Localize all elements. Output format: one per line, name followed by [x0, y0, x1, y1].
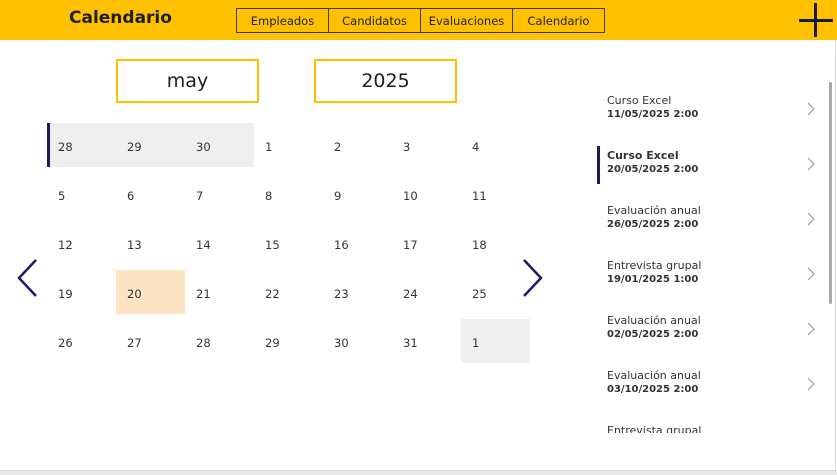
chevron-right-icon[interactable] — [806, 376, 816, 392]
event-date: 20/05/2025 2:00 — [607, 164, 699, 175]
month-selector[interactable]: may — [116, 59, 259, 103]
chevron-right-icon[interactable] — [806, 211, 816, 227]
event-date: 03/10/2025 2:00 — [607, 384, 699, 395]
calendar-day-cell[interactable]: 13 — [116, 221, 185, 265]
calendar-day-cell[interactable]: 8 — [254, 172, 323, 216]
calendar-day-cell[interactable]: 29 — [116, 123, 185, 167]
chevron-right-icon[interactable] — [806, 321, 816, 337]
calendar-day-cell[interactable]: 27 — [116, 319, 185, 363]
calendar-day-cell[interactable]: 15 — [254, 221, 323, 265]
nav-evaluaciones-button[interactable]: Evaluaciones — [420, 8, 513, 33]
nav-calendario-button[interactable]: Calendario — [512, 8, 605, 33]
calendar-day-cell[interactable]: 26 — [47, 319, 116, 363]
calendar-day-cell[interactable]: 28 — [47, 123, 116, 167]
app-title: Calendario — [69, 8, 172, 28]
event-list-item[interactable]: Curso Excel 11/05/2025 2:00 — [597, 85, 822, 140]
calendar-day-cell[interactable]: 22 — [254, 270, 323, 314]
event-date: 11/05/2025 2:00 — [607, 109, 699, 120]
calendar-day-cell[interactable]: 24 — [392, 270, 461, 314]
calendar-day-cell[interactable]: 4 — [461, 123, 530, 167]
calendar-day-cell[interactable]: 16 — [323, 221, 392, 265]
event-list-item[interactable]: Evaluación anual 26/05/2025 2:00 — [597, 195, 822, 250]
calendar-day-cell[interactable]: 30 — [185, 123, 254, 167]
event-date: 19/01/2025 1:00 — [607, 274, 699, 285]
chevron-right-icon[interactable] — [806, 431, 816, 433]
calendar-day-cell[interactable]: 5 — [47, 172, 116, 216]
calendar-day-cell[interactable]: 3 — [392, 123, 461, 167]
event-list-item[interactable]: Evaluación anual 02/05/2025 2:00 — [597, 305, 822, 360]
event-list-item[interactable]: Entrevista grupal — [597, 415, 822, 433]
calendar-day-cell[interactable]: 19 — [47, 270, 116, 314]
selected-marker — [597, 146, 600, 184]
calendar-day-cell[interactable]: 17 — [392, 221, 461, 265]
event-list-item[interactable]: Entrevista grupal 19/01/2025 1:00 — [597, 250, 822, 305]
chevron-right-icon[interactable] — [806, 266, 816, 282]
calendar-day-cell[interactable]: 31 — [392, 319, 461, 363]
event-title: Evaluación anual — [607, 314, 701, 327]
bottom-divider — [0, 470, 837, 475]
chevron-left-icon[interactable] — [14, 256, 44, 300]
event-date: 02/05/2025 2:00 — [607, 329, 699, 340]
calendar-day-cell[interactable]: 7 — [185, 172, 254, 216]
calendar-day-cell[interactable]: 12 — [47, 221, 116, 265]
calendar-day-cell[interactable]: 23 — [323, 270, 392, 314]
event-list-scrollbar[interactable] — [829, 82, 832, 304]
event-title: Entrevista grupal — [607, 259, 702, 272]
event-list-item[interactable]: Evaluación anual 03/10/2025 2:00 — [597, 360, 822, 415]
calendar-day-cell[interactable]: 1 — [254, 123, 323, 167]
event-title: Evaluación anual — [607, 204, 701, 217]
chevron-right-icon[interactable] — [806, 156, 816, 172]
nav-bar: Empleados Candidatos Evaluaciones Calend… — [236, 8, 605, 33]
nav-candidatos-button[interactable]: Candidatos — [328, 8, 421, 33]
event-title: Curso Excel — [607, 94, 672, 107]
calendar-day-cell[interactable]: 6 — [116, 172, 185, 216]
calendar-day-cell[interactable]: 2 — [323, 123, 392, 167]
nav-empleados-button[interactable]: Empleados — [236, 8, 329, 33]
event-title: Curso Excel — [607, 149, 679, 162]
calendar-day-cell[interactable]: 30 — [323, 319, 392, 363]
event-title: Entrevista grupal — [607, 424, 702, 433]
event-title: Evaluación anual — [607, 369, 701, 382]
year-selector[interactable]: 2025 — [314, 59, 457, 103]
calendar-day-cell[interactable]: 10 — [392, 172, 461, 216]
chevron-right-icon[interactable] — [516, 256, 546, 300]
calendar-day-cell[interactable]: 20 — [116, 270, 185, 314]
event-list: Curso Excel 11/05/2025 2:00 Curso Excel 20/… — [597, 85, 822, 433]
plus-icon[interactable] — [799, 3, 833, 37]
calendar-day-cell[interactable]: 11 — [461, 172, 530, 216]
calendar-day-cell[interactable]: 1 — [461, 319, 530, 363]
chevron-right-icon[interactable] — [806, 101, 816, 117]
event-list-item[interactable]: Curso Excel 20/05/2025 2:00 — [597, 140, 822, 195]
calendar-grid: 28 29 30 1 2 3 4 5 6 7 8 9 10 11 12 13 14 15 16 17 18 19 20 21 2… — [47, 123, 530, 368]
calendar-day-cell[interactable]: 29 — [254, 319, 323, 363]
calendar-day-cell[interactable]: 21 — [185, 270, 254, 314]
right-divider — [835, 40, 836, 475]
top-bar: Calendario Empleados Candidatos Evaluaci… — [0, 0, 837, 40]
event-date: 26/05/2025 2:00 — [607, 219, 699, 230]
calendar-day-cell[interactable]: 14 — [185, 221, 254, 265]
calendar-day-cell[interactable]: 9 — [323, 172, 392, 216]
calendar-day-cell[interactable]: 28 — [185, 319, 254, 363]
